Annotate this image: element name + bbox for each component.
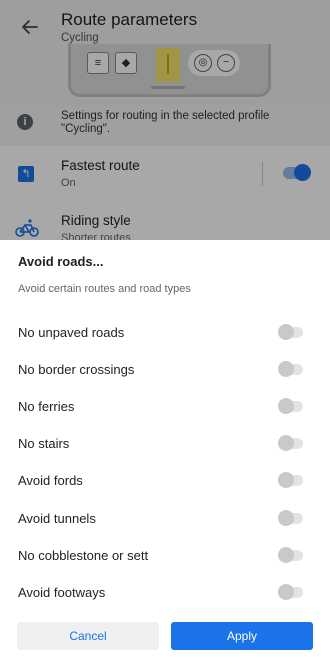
- option-toggle[interactable]: [278, 435, 303, 451]
- toggle-knob: [278, 472, 294, 488]
- option-label: Avoid tunnels: [18, 511, 96, 526]
- toggle-knob: [278, 435, 294, 451]
- toggle-knob: [278, 584, 294, 600]
- cancel-button[interactable]: Cancel: [17, 622, 159, 650]
- option-label: Avoid footways: [18, 585, 106, 600]
- option-toggle[interactable]: [278, 324, 303, 340]
- option-label: No stairs: [18, 436, 70, 451]
- option-avoid-footways[interactable]: Avoid footways: [0, 575, 330, 611]
- option-no-ferries[interactable]: No ferries: [0, 389, 330, 425]
- toggle-knob: [278, 547, 294, 563]
- option-toggle[interactable]: [278, 472, 303, 488]
- sheet-description: Avoid certain routes and road types: [18, 283, 191, 295]
- option-label: Avoid fords: [18, 473, 83, 488]
- option-avoid-fords[interactable]: Avoid fords: [0, 463, 330, 499]
- option-no-unpaved-roads[interactable]: No unpaved roads: [0, 315, 330, 351]
- option-no-border-crossings[interactable]: No border crossings: [0, 352, 330, 388]
- option-no-stairs[interactable]: No stairs: [0, 426, 330, 462]
- option-label: No ferries: [18, 399, 75, 414]
- toggle-knob: [278, 510, 294, 526]
- option-no-cobblestone-or-sett[interactable]: No cobblestone or sett: [0, 538, 330, 574]
- toggle-knob: [278, 398, 294, 414]
- sheet-title: Avoid roads...: [18, 254, 104, 269]
- option-label: No cobblestone or sett: [18, 548, 149, 563]
- option-toggle[interactable]: [278, 584, 303, 600]
- option-avoid-tunnels[interactable]: Avoid tunnels: [0, 501, 330, 537]
- option-label: No unpaved roads: [18, 325, 125, 340]
- option-toggle[interactable]: [278, 547, 303, 563]
- option-toggle[interactable]: [278, 361, 303, 377]
- apply-button[interactable]: Apply: [171, 622, 313, 650]
- option-label: No border crossings: [18, 362, 135, 377]
- toggle-knob: [278, 361, 294, 377]
- toggle-knob: [278, 324, 294, 340]
- option-toggle[interactable]: [278, 398, 303, 414]
- modal-scrim[interactable]: [0, 0, 330, 240]
- avoid-roads-sheet: Avoid roads... Avoid certain routes and …: [0, 240, 330, 664]
- option-toggle[interactable]: [278, 510, 303, 526]
